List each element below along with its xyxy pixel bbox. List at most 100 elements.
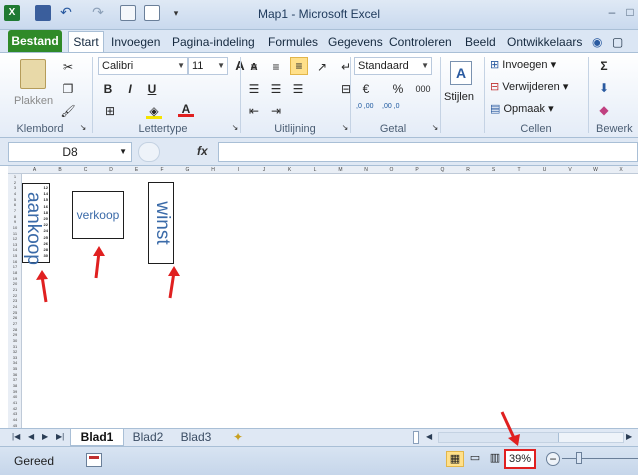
row-header[interactable]: 15 (8, 253, 22, 258)
styles-button[interactable]: Stijlen (444, 91, 474, 103)
row-header[interactable]: 35 (8, 366, 22, 371)
align-bottom-icon[interactable]: ≡ (290, 57, 308, 75)
row-header[interactable]: 33 (8, 355, 22, 360)
paste-icon[interactable] (20, 59, 46, 89)
row-header[interactable]: 45 (8, 423, 22, 428)
sheet-tab-blad2[interactable]: Blad2 (126, 429, 170, 446)
row-header[interactable]: 20 (8, 281, 22, 286)
zoom-out-icon[interactable]: − (546, 452, 560, 466)
thousands-button[interactable]: 000 (412, 81, 434, 97)
insert-function-icon[interactable]: fx (197, 144, 208, 158)
row-header[interactable]: 34 (8, 360, 22, 365)
column-header[interactable]: M (328, 167, 353, 173)
increase-indent-icon[interactable]: ⇥ (268, 103, 284, 119)
fill-down-icon[interactable]: ⬇ (596, 80, 612, 96)
row-header[interactable]: 18 (8, 270, 22, 275)
row-header[interactable]: 38 (8, 383, 22, 388)
uitlijning-launcher-icon[interactable]: ↘ (340, 123, 350, 133)
sheet-tab-blad1[interactable]: Blad1 (70, 429, 124, 446)
row-header[interactable]: 36 (8, 372, 22, 377)
help-icon[interactable]: ◉ (592, 32, 602, 52)
paste-button[interactable]: Plakken (14, 95, 53, 107)
row-header[interactable]: 31 (8, 344, 22, 349)
column-header[interactable]: P (405, 167, 430, 173)
row-header[interactable]: 28 (8, 327, 22, 332)
row-header[interactable]: 6 (8, 202, 22, 207)
row-header[interactable]: 7 (8, 208, 22, 213)
row-header[interactable]: 27 (8, 321, 22, 326)
zoom-slider-thumb[interactable] (576, 452, 582, 464)
decrease-decimal-button[interactable]: ,00 ,0 (382, 103, 404, 110)
column-header[interactable]: E (124, 167, 149, 173)
currency-icon[interactable]: € (358, 81, 374, 97)
formula-input[interactable] (218, 142, 638, 162)
column-header[interactable]: V (558, 167, 583, 173)
increase-decimal-button[interactable]: ,0 ,00 (356, 103, 378, 110)
decrease-indent-icon[interactable]: ⇤ (246, 103, 262, 119)
column-header[interactable]: I (226, 167, 251, 173)
row-header[interactable]: 17 (8, 264, 22, 269)
tab-start[interactable]: Start (68, 31, 104, 52)
insert-sheet-icon[interactable]: ✦ (228, 429, 248, 446)
column-header[interactable]: F (150, 167, 175, 173)
row-header[interactable]: 42 (8, 406, 22, 411)
row-header[interactable]: 30 (8, 338, 22, 343)
name-box[interactable]: D8 ▼ (8, 142, 132, 162)
column-header[interactable]: R (456, 167, 481, 173)
tab-view[interactable]: Beeld (465, 32, 496, 52)
row-header[interactable]: 5 (8, 197, 22, 202)
column-header[interactable]: C (73, 167, 98, 173)
sheet-tab-blad3[interactable]: Blad3 (174, 429, 218, 446)
row-header[interactable]: 9 (8, 219, 22, 224)
underline-button[interactable]: U (144, 81, 160, 97)
percent-button[interactable]: % (390, 81, 406, 97)
first-sheet-icon[interactable]: |◀ (12, 432, 20, 441)
align-center-icon[interactable]: ☰ (268, 81, 284, 97)
row-header[interactable]: 10 (8, 225, 22, 230)
column-header[interactable]: D (99, 167, 124, 173)
row-header[interactable]: 19 (8, 276, 22, 281)
column-header[interactable]: G (175, 167, 200, 173)
align-left-icon[interactable]: ☰ (246, 81, 262, 97)
zoom-slider[interactable] (562, 452, 638, 464)
macro-record-icon[interactable] (86, 453, 102, 467)
cut-icon[interactable]: ✂ (60, 59, 76, 75)
scroll-left-icon[interactable]: ◀ (426, 432, 432, 441)
shape-winst[interactable]: winst (148, 182, 174, 264)
worksheet-grid[interactable]: ABCDEFGHIJKLMNOPQRSTUVWX 1 2 3 4 5 6 7 8 9 10 11 12… (0, 166, 638, 428)
clear-icon[interactable]: ◆ (596, 102, 612, 118)
column-header[interactable]: S (481, 167, 506, 173)
row-header[interactable]: 11 (8, 231, 22, 236)
column-header[interactable]: X (609, 167, 634, 173)
row-header[interactable]: 44 (8, 417, 22, 422)
column-header[interactable]: W (583, 167, 608, 173)
column-header[interactable]: H (201, 167, 226, 173)
bold-button[interactable]: B (100, 81, 116, 97)
row-header[interactable]: 8 (8, 214, 22, 219)
italic-button[interactable]: I (122, 81, 138, 97)
row-header[interactable]: 3 (8, 185, 22, 190)
page-layout-view-icon[interactable]: ▭ (466, 451, 484, 467)
tab-file[interactable]: Bestand (8, 30, 62, 52)
page-break-view-icon[interactable]: ▥ (486, 451, 504, 467)
klembord-launcher-icon[interactable]: ↘ (78, 123, 88, 133)
number-format-combo[interactable]: Standaard ▼ (354, 57, 432, 75)
align-top-icon[interactable]: ≡ (246, 59, 262, 75)
row-header[interactable]: 41 (8, 400, 22, 405)
ribbon-minimize-icon[interactable]: ▢ (612, 32, 623, 52)
column-header[interactable]: B (48, 167, 73, 173)
column-header[interactable]: U (532, 167, 557, 173)
column-header[interactable]: O (379, 167, 404, 173)
tab-page-layout[interactable]: Pagina-indeling (172, 32, 255, 52)
tab-insert[interactable]: Invoegen (111, 32, 160, 52)
text-orientation-icon[interactable]: ↗ (314, 59, 330, 75)
wrap-text-icon[interactable]: ↵ (338, 59, 354, 75)
row-header[interactable]: 21 (8, 287, 22, 292)
zoom-level[interactable]: 39% (504, 449, 536, 469)
row-header[interactable]: 13 (8, 242, 22, 247)
row-header[interactable]: 2 (8, 180, 22, 185)
row-header[interactable]: 4 (8, 191, 22, 196)
row-header[interactable]: 37 (8, 377, 22, 382)
font-size-combo[interactable]: 11 ▼ (188, 57, 228, 75)
copy-icon[interactable]: ❐ (60, 81, 76, 97)
